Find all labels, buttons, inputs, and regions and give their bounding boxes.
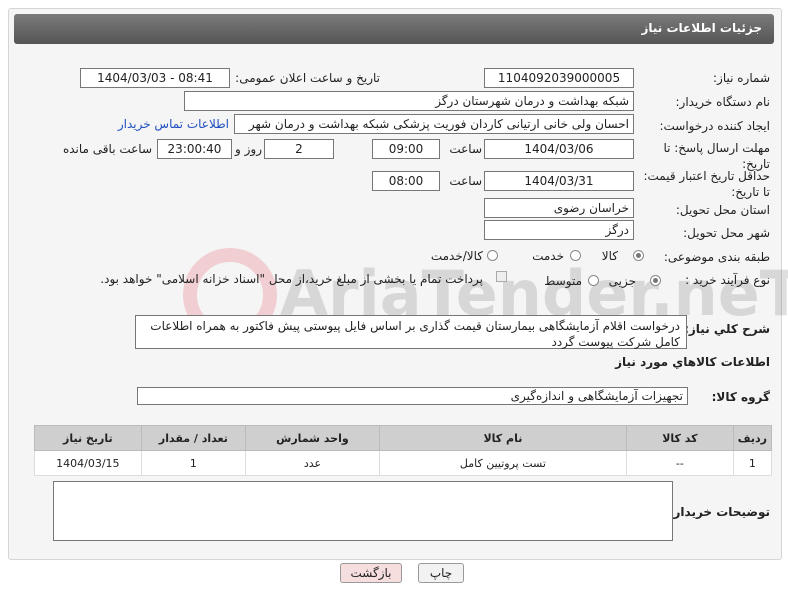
category-both-radio[interactable] xyxy=(487,250,498,261)
description-textarea[interactable]: درخواست اقلام آزمایشگاهی بیمارستان قیمت … xyxy=(135,315,687,349)
category-service-radio[interactable] xyxy=(570,250,581,261)
remaining-time-field[interactable]: 23:00:40 xyxy=(157,139,232,159)
cell-unit: عدد xyxy=(245,450,380,476)
validity-time-field[interactable]: 08:00 xyxy=(372,171,440,191)
goods-group-field[interactable]: تجهیزات آزمایشگاهی و اندازه‌گیری xyxy=(137,387,688,405)
buyer-notes-textarea[interactable] xyxy=(53,481,673,541)
need-number-label: شماره نیاز: xyxy=(713,71,770,85)
city-label: شهر محل تحویل: xyxy=(683,226,770,240)
need-number-field[interactable]: 1104092039000005 xyxy=(484,68,634,88)
payment-note: پرداخت تمام یا بخشی از مبلغ خرید،از محل … xyxy=(100,272,483,286)
page-title: جزئیات اطلاعات نیاز xyxy=(641,21,762,35)
deadline-date-field[interactable]: 1404/03/06 xyxy=(484,139,634,159)
col-code: کد کالا xyxy=(626,425,734,451)
category-goods-radio[interactable] xyxy=(633,250,644,261)
print-button[interactable]: چاپ xyxy=(418,563,464,583)
description-label: شرح کلي نياز: xyxy=(684,322,770,336)
process-medium-radio[interactable] xyxy=(588,275,599,286)
cell-quantity: 1 xyxy=(140,450,247,476)
col-need-date: تاريخ نياز xyxy=(34,425,142,451)
buyer-org-label: نام دستگاه خریدار: xyxy=(675,95,771,109)
goods-table-header: رديف کد کالا نام کالا واحد شمارش تعداد /… xyxy=(34,425,773,451)
category-goods-label: کالا xyxy=(601,249,618,263)
buyer-contact-link[interactable]: اطلاعات تماس خریدار xyxy=(118,117,229,131)
process-minor-label: جزیی xyxy=(608,274,636,288)
days-field[interactable]: 2 xyxy=(264,139,334,159)
goods-group-label: گروه کالا: xyxy=(711,390,770,404)
validity-time-label: ساعت xyxy=(449,174,482,188)
remaining-label: ساعت باقی مانده xyxy=(62,142,152,156)
col-name: نام کالا xyxy=(378,425,628,451)
process-label: نوع فرآیند خرید : xyxy=(685,273,770,287)
title-bar: جزئیات اطلاعات نیاز xyxy=(14,14,774,44)
buyer-org-field[interactable]: شبکه بهداشت و درمان شهرستان درگز xyxy=(184,91,634,111)
goods-table: رديف کد کالا نام کالا واحد شمارش تعداد /… xyxy=(34,425,773,476)
col-unit: واحد شمارش xyxy=(245,425,380,451)
treasury-payment-checkbox[interactable] xyxy=(496,271,507,282)
announce-label: تاریخ و ساعت اعلان عمومی: xyxy=(235,71,380,85)
goods-section-title: اطلاعات کالاهاي مورد نياز xyxy=(615,355,770,369)
announce-field[interactable]: 1404/03/03 - 08:41 xyxy=(80,68,230,88)
deadline-time-field[interactable]: 09:00 xyxy=(372,139,440,159)
cell-row-no: 1 xyxy=(732,450,773,476)
back-button[interactable]: بازگشت xyxy=(340,563,402,583)
category-both-label: کالا/خدمت xyxy=(430,249,483,263)
cell-name: تست پروتیین کامل xyxy=(378,450,628,476)
cell-code: -- xyxy=(626,450,734,476)
validity-label: حداقل تاریخ اعتبار قیمت: تا تاریخ: xyxy=(643,169,770,199)
buyer-notes-label: توضیحات خریدار: xyxy=(668,505,770,519)
col-row-no: رديف xyxy=(732,425,773,451)
province-field[interactable]: خراسان رضوی xyxy=(484,198,634,218)
process-minor-radio[interactable] xyxy=(650,275,661,286)
process-medium-label: متوسط xyxy=(544,274,582,288)
creator-field[interactable]: احسان ولی خانی ارتیانی کاردان فوریت پزشک… xyxy=(234,114,634,134)
category-label: طبقه بندی موضوعی: xyxy=(663,250,770,264)
table-row[interactable]: 1 -- تست پروتیین کامل عدد 1 1404/03/15 xyxy=(34,450,773,476)
province-label: استان محل تحویل: xyxy=(675,203,770,217)
col-quantity: تعداد / مقدار xyxy=(140,425,247,451)
days-label: روز و xyxy=(235,142,262,156)
cell-need-date: 1404/03/15 xyxy=(34,450,142,476)
city-field[interactable]: درگز xyxy=(484,220,634,240)
category-service-label: خدمت xyxy=(532,249,564,263)
validity-date-field[interactable]: 1404/03/31 xyxy=(484,171,634,191)
creator-label: ایجاد کننده درخواست: xyxy=(659,119,770,133)
deadline-time-label: ساعت xyxy=(449,142,482,156)
